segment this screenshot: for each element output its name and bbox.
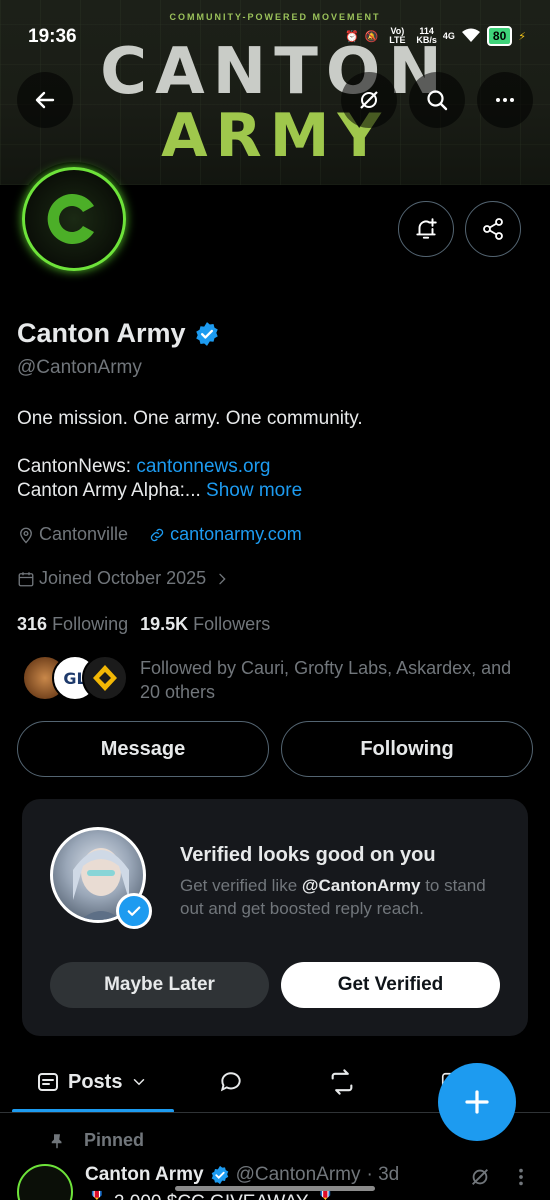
calendar-icon [18,571,34,586]
mute-icon: 🔕 [364,30,379,43]
battery-indicator: 80 [486,26,513,46]
share-icon [483,218,503,240]
post-author-handle: @CantonArmy [235,1164,361,1185]
checkmark-icon [127,906,141,916]
profile-avatar[interactable] [17,162,131,276]
charging-icon: ⚡ [518,30,526,43]
bio-news-line: CantonNews: cantonnews.org [17,456,271,478]
followed-by-avatars[interactable]: GL [22,655,132,703]
canton-c-icon [47,194,94,244]
bio-news-label: CantonNews: [17,456,137,477]
message-button[interactable]: Message [17,721,269,777]
signal-type: 4G [442,30,455,41]
compose-post-button[interactable] [438,1063,516,1141]
followers-label: Followers [193,614,271,634]
following-button[interactable]: Following [281,721,533,777]
banner-title-line2: ARMY [161,101,389,171]
promo-title: Verified looks good on you [180,844,436,866]
wifi-icon [461,27,481,46]
profile-name-row: Canton Army [17,318,220,349]
profile-joined: Joined October 2025 [39,568,207,588]
post-more-icon[interactable] [517,1166,525,1188]
network-speed: 114 KB/s [416,27,437,45]
home-indicator[interactable] [175,1186,375,1191]
canton-logo [22,167,126,271]
following-label: Following [52,614,129,634]
profile-name: Canton Army [17,318,186,348]
share-button[interactable] [465,201,521,257]
arrow-left-icon [35,91,55,109]
notifications-button[interactable] [398,201,454,257]
verified-badge-icon [211,1165,228,1185]
follower-avatar-askardex [82,655,128,701]
profile-handle: @CantonArmy [17,357,142,378]
status-bar: 19:36 ⏰ 🔕 Vo) LTE 114 KB/s 4G 80 ⚡ [0,24,550,54]
post-author-name: Canton Army [85,1164,204,1185]
volte-indicator: Vo) LTE [389,26,406,45]
reply-bubble-icon [220,1072,241,1092]
network-speed-unit: KB/s [416,35,437,45]
bio-alpha-label: Canton Army Alpha:... [17,480,207,501]
followers-count: 19.5K [140,614,189,634]
promo-verified-badge [116,893,152,929]
search-button[interactable] [409,72,465,128]
followers-count-link[interactable]: 19.5K Followers [140,614,270,635]
verified-badge-icon[interactable] [194,321,220,347]
bell-plus-icon [416,218,437,239]
more-button[interactable] [477,72,533,128]
posts-icon [38,1073,58,1091]
chevron-right-icon [219,573,226,584]
pinned-indicator: Pinned [48,1130,144,1151]
askardex-logo-icon [93,665,117,691]
post-time: · 3d [366,1164,400,1185]
bio-alpha-line: Canton Army Alpha:... Show more [17,480,302,502]
chevron-down-icon [134,1079,145,1086]
search-icon [427,90,448,111]
followed-by-text[interactable]: Followed by Cauri, Grofty Labs, Askardex… [140,656,530,704]
get-verified-button[interactable]: Get Verified [281,962,500,1008]
tab-posts[interactable]: Posts [36,1055,148,1109]
post-author-avatar[interactable] [17,1164,73,1200]
promo-desc-handle: @CantonArmy [301,876,421,895]
grok-button[interactable] [341,72,397,128]
pinned-label: Pinned [84,1130,145,1150]
profile-joined-row[interactable]: Joined October 2025 [17,568,230,589]
verified-promo-card: Verified looks good on you Get verified … [22,799,528,1036]
repost-icon [331,1069,353,1095]
link-icon [150,528,164,541]
following-count-link[interactable]: 316 Following [17,614,128,635]
post-text: 🎖️ 2,000 $CC GIVEAWAY 🎖️ [85,1190,337,1200]
tab-replies[interactable] [218,1055,244,1109]
location-pin-icon [20,527,32,543]
following-count: 316 [17,614,48,634]
promo-description: Get verified like @CantonArmy to stand o… [180,874,510,920]
post-header: Canton Army @CantonArmy · 3d [85,1164,399,1186]
pin-icon [51,1133,62,1148]
profile-location-row: Cantonville cantonarmy.com [17,524,302,545]
profile-location: Cantonville [39,524,129,544]
profile-website[interactable]: cantonarmy.com [170,524,302,545]
tab-posts-label: Posts [68,1070,123,1093]
follow-counts: 316 Following 19.5K Followers [17,614,270,635]
banner-tagline: COMMUNITY-POWERED MOVEMENT [169,12,381,22]
promo-desc-prefix: Get verified like [180,876,302,895]
back-button[interactable] [17,72,73,128]
status-time: 19:36 [28,26,77,47]
status-icons: ⏰ 🔕 Vo) LTE 114 KB/s 4G 80 ⚡ [345,26,526,46]
bio-news-link[interactable]: cantonnews.org [136,456,270,477]
profile-bio: One mission. One army. One community. [17,408,363,429]
grok-icon[interactable] [469,1166,491,1188]
pinned-post[interactable]: Canton Army @CantonArmy · 3d 🎖️ 2,000 $C… [17,1160,547,1200]
alarm-icon: ⏰ [344,30,359,43]
plus-icon [465,1090,489,1114]
maybe-later-button[interactable]: Maybe Later [50,962,269,1008]
show-more-link[interactable]: Show more [206,480,302,501]
tab-reposts[interactable] [328,1055,356,1109]
more-dots-icon [496,98,514,102]
grok-icon [360,91,378,109]
